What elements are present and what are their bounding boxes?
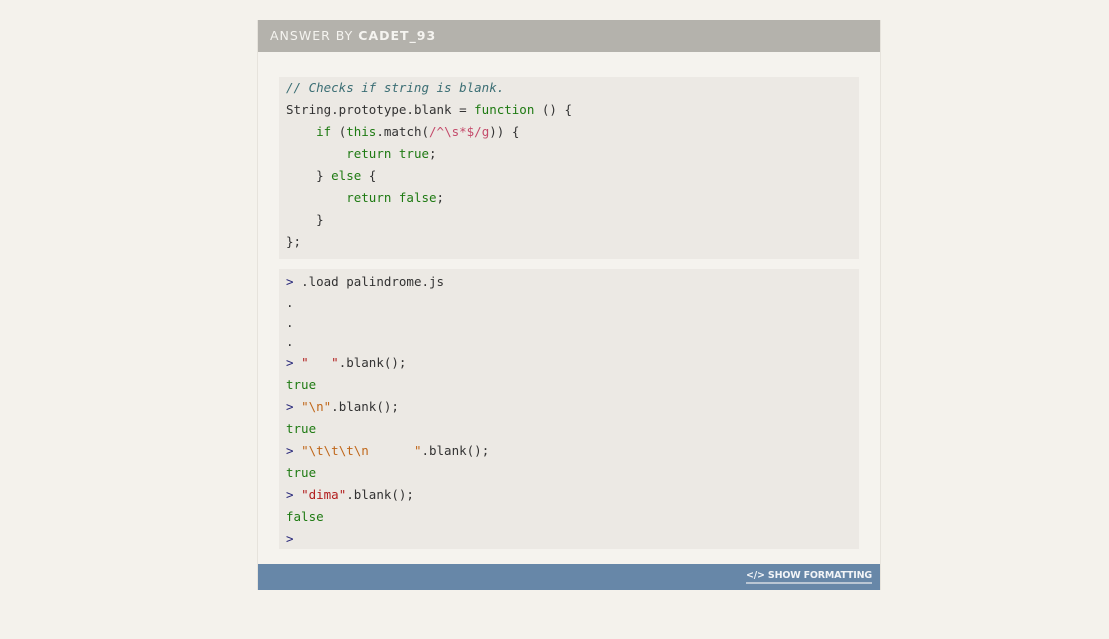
code-line: // Checks if string is blank. [286,80,505,95]
console-line: > .load palindrome.js [286,271,852,293]
code-token: function [474,102,535,117]
console-string: " " [301,354,339,370]
show-formatting-button[interactable]: </> SHOW FORMATTING [746,570,872,584]
console-line: > " ".blank(); [286,352,852,374]
code-line: }; [286,234,302,249]
console-string: "\t\t\t\n " [301,442,422,458]
answer-by-label: ANSWER BY [270,28,354,43]
code-line: } else { [286,168,377,183]
prompt-symbol: > [286,274,294,289]
console-line: . [286,295,294,310]
prompt-symbol: > [286,442,294,458]
console-result: true [286,376,317,392]
answer-panel: ANSWER BY CADET_93 // Checks if string i… [257,20,881,590]
code-token: this [346,124,377,139]
console-line: > "\n".blank(); [286,396,852,418]
console-result: true [286,464,317,480]
code-line: if (this.match(/^\s*$/g)) { [316,124,520,139]
prompt-symbol: > [286,354,294,370]
show-formatting-label: SHOW FORMATTING [767,570,872,581]
console-call: .blank(); [338,354,407,370]
code-token: return false [346,190,437,205]
answer-header: ANSWER BY CADET_93 [258,20,880,52]
console-line: > [286,528,852,550]
code-token: return true [346,146,430,161]
code-line: return false; [346,190,445,205]
prompt-symbol: > [286,530,294,546]
console-call: .blank(); [331,398,399,414]
author-name[interactable]: CADET_93 [358,28,436,43]
code-token: else [331,168,362,183]
prompt-symbol: > [286,486,294,502]
code-line: String.prototype.blank = function () { [286,102,573,117]
console-call: .blank(); [346,486,414,502]
code-token: String [286,102,332,117]
code-block-console: > .load palindrome.js . . . > " ".blank(… [279,269,859,549]
console-command: .load palindrome.js [301,274,445,289]
answer-footer: </> SHOW FORMATTING [258,564,880,590]
prompt-symbol: > [286,398,294,414]
console-result: false [286,508,324,524]
code-icon: </> [746,570,765,581]
code-block-function: // Checks if string is blank. String.pro… [279,77,859,259]
code-token: /^\s*$/g [429,124,490,139]
console-result: true [286,420,317,436]
console-call: .blank(); [421,442,490,458]
console-string: "\n" [301,398,332,414]
console-line: > "dima".blank(); [286,484,852,506]
code-line: } [286,212,324,227]
console-line: > "\t\t\t\n ".blank(); [286,440,852,462]
console-line: . [286,314,294,330]
console-string: "dima" [301,486,347,502]
code-token: if [316,124,332,139]
console-line: . [286,334,294,349]
code-line: return true; [346,146,437,161]
